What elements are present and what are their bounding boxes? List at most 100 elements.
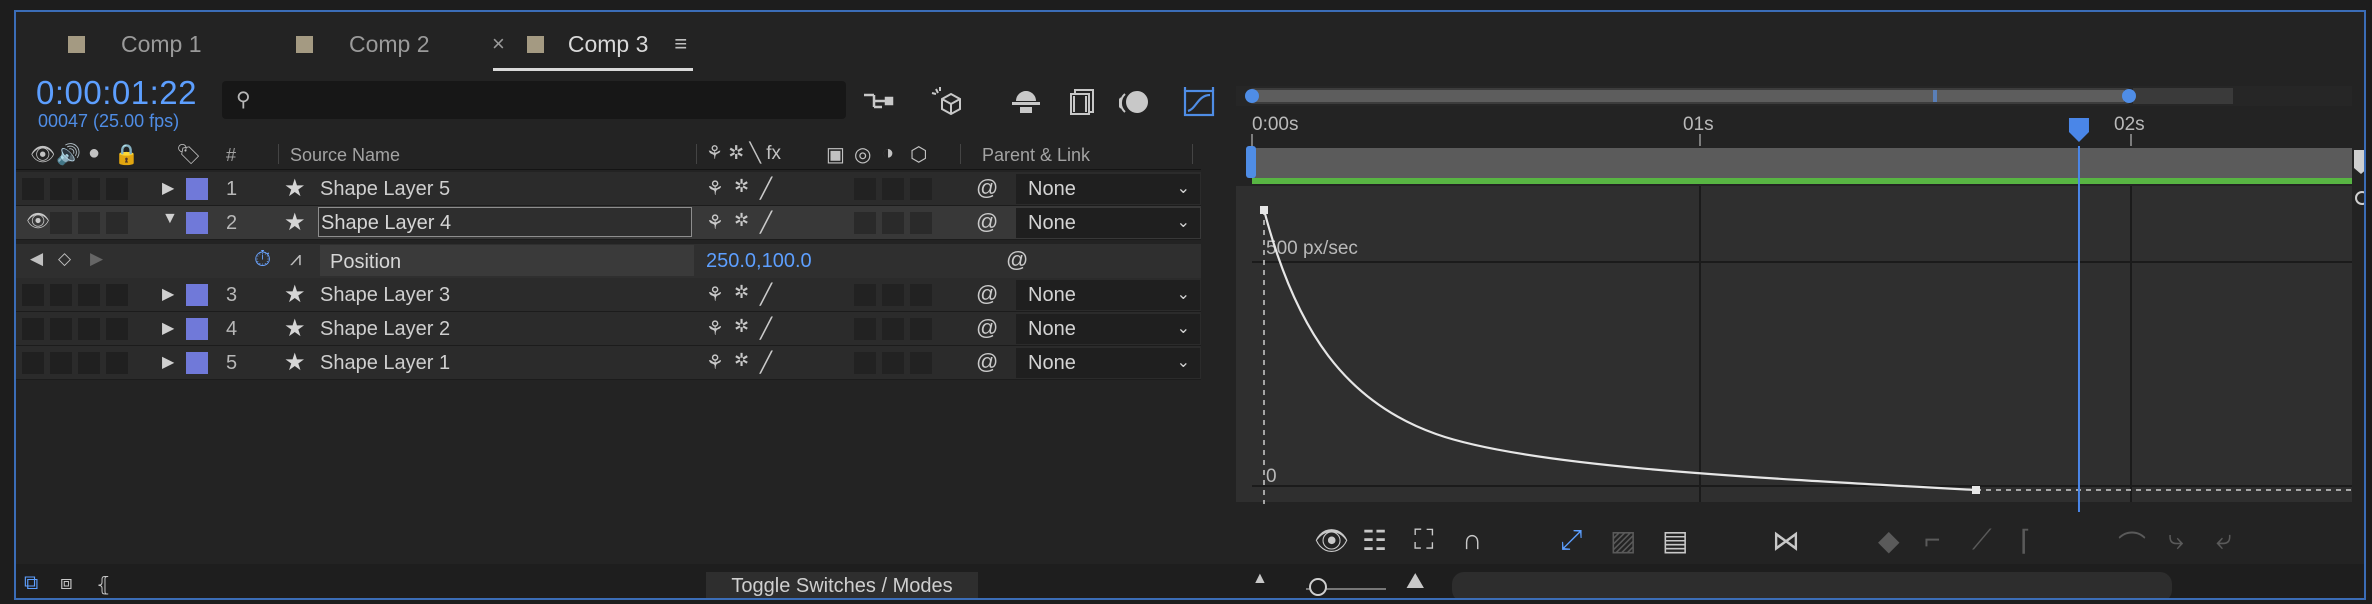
switch-slot[interactable] [882, 212, 904, 234]
previous-keyframe-icon[interactable]: ◀ [30, 249, 43, 269]
collapse-switch-icon[interactable]: ✲ [734, 176, 749, 197]
audio-toggle[interactable] [50, 284, 72, 306]
graph-editor-toggle-icon[interactable] [1180, 84, 1220, 120]
zoom-out-icon[interactable]: ▲ [1252, 570, 1268, 588]
pick-whip-icon[interactable]: @ [976, 175, 998, 201]
audio-toggle[interactable] [50, 212, 72, 234]
collapse-switch-icon[interactable]: ✲ [734, 282, 749, 303]
layer-label-color[interactable] [186, 352, 208, 374]
switch-slot[interactable] [882, 318, 904, 340]
shy-switch-icon[interactable]: ⚘ [706, 210, 724, 235]
switch-slot[interactable] [854, 178, 876, 200]
layer-row[interactable]: ▶ 4 ★ Shape Layer 2 ⚘ ✲ ╱ @ None ⌄ [16, 312, 1201, 346]
composition-flowchart-icon[interactable] [858, 84, 898, 120]
layer-name[interactable]: Shape Layer 1 [320, 352, 450, 375]
source-name-header[interactable]: Source Name [290, 145, 400, 166]
switch-slot[interactable] [854, 352, 876, 374]
adjustment-layer-icon[interactable]: ▣ [826, 142, 845, 167]
layer-row[interactable]: ▶ 1 ★ Shape Layer 5 ⚘ ✲ ╱ @ None ⌄ [16, 172, 1201, 206]
switch-slot[interactable] [910, 212, 932, 234]
pick-whip-icon[interactable]: @ [976, 315, 998, 341]
quality-switch-icon[interactable]: ╱ [760, 316, 772, 341]
switch-slot[interactable] [854, 284, 876, 306]
tab-comp-3[interactable]: × Comp 3 ≡ [492, 22, 687, 66]
layer-label-color[interactable] [186, 178, 208, 200]
toggle-switches-modes-button[interactable]: Toggle Switches / Modes [706, 572, 978, 598]
graph-options-menu-icon[interactable]: ☷ [1362, 524, 1387, 557]
parent-dropdown[interactable]: None ⌄ [1016, 208, 1200, 238]
visibility-toggle[interactable] [22, 284, 44, 306]
switch-slot[interactable] [854, 318, 876, 340]
audio-toggle[interactable] [50, 352, 72, 374]
quality-switch-icon[interactable]: ╱ [760, 282, 772, 307]
layer-label-color[interactable] [186, 212, 208, 234]
layer-row[interactable]: 👁 ▼ 2 ★ Shape Layer 4 ⚘ ✲ ╱ @ None ⌄ [16, 206, 1201, 240]
tab-comp-1[interactable]: Comp 1 [68, 22, 202, 66]
lock-icon[interactable]: 🔒 [114, 142, 139, 167]
switch-slot[interactable] [854, 212, 876, 234]
switch-slot[interactable] [910, 178, 932, 200]
lock-toggle[interactable] [106, 178, 128, 200]
graph-toggle-icon[interactable]: ⩘ [290, 248, 301, 271]
expand-triangle-icon[interactable]: ▶ [162, 284, 174, 304]
solo-dot-icon[interactable]: ● [88, 142, 100, 165]
shy-switch-icon[interactable]: ⚘ [706, 316, 724, 341]
switch-slot[interactable] [910, 284, 932, 306]
pick-whip-icon[interactable]: @ [976, 349, 998, 375]
quality-switch-icon[interactable]: ╱ [760, 210, 772, 235]
separate-dimensions-icon[interactable]: ⋈ [1772, 524, 1800, 557]
expand-triangle-icon[interactable]: ▶ [162, 318, 174, 338]
eye-icon[interactable]: 👁 [26, 209, 50, 233]
motion-blur-column-icon[interactable]: ◑ [882, 142, 894, 165]
solo-toggle[interactable] [78, 212, 100, 234]
easy-ease-out-icon[interactable]: ⤶ [2216, 524, 2232, 557]
zoom-slider-knob[interactable] [1309, 578, 1327, 596]
expand-triangle-icon[interactable]: ▶ [162, 352, 174, 372]
collapse-switch-icon[interactable]: ✲ [734, 316, 749, 337]
fit-all-icon[interactable]: ▤ [1662, 524, 1688, 557]
pick-whip-icon[interactable]: @ [976, 281, 998, 307]
switch-slot[interactable] [882, 284, 904, 306]
pick-whip-icon[interactable]: @ [1006, 247, 1028, 273]
search-field[interactable]: ⚲ [222, 81, 846, 119]
collapse-triangle-icon[interactable]: ▼ [162, 210, 178, 228]
shy-layers-icon[interactable] [1006, 84, 1046, 120]
keyframe-handle[interactable] [1260, 206, 1268, 214]
navigator-start-handle[interactable] [1245, 89, 1259, 103]
parent-dropdown[interactable]: None ⌄ [1016, 174, 1200, 204]
frame-blending-icon[interactable] [1062, 84, 1102, 120]
in-out-pane-icon[interactable]: ⦃ [96, 572, 111, 597]
navigator-end-handle[interactable] [2122, 89, 2136, 103]
lock-toggle[interactable] [106, 284, 128, 306]
parent-dropdown[interactable]: None ⌄ [1016, 280, 1200, 310]
easy-ease-in-icon[interactable]: ⤷ [2168, 524, 2184, 557]
parent-dropdown[interactable]: None ⌄ [1016, 348, 1200, 378]
linear-keyframe-icon[interactable]: ⟋ [1972, 524, 1992, 557]
shy-switch-icon[interactable]: ⚘ [706, 176, 724, 201]
shy-switch-icon[interactable]: ⚘ [706, 282, 724, 307]
parent-dropdown[interactable]: None ⌄ [1016, 314, 1200, 344]
layer-switches-pane-icon[interactable]: ⧉ [24, 572, 38, 595]
frame-blend-column-icon[interactable]: ◎ [854, 142, 871, 167]
pick-whip-icon[interactable]: @ [976, 209, 998, 235]
visibility-toggle[interactable] [22, 318, 44, 340]
collapse-switch-icon[interactable]: ✲ [734, 210, 749, 231]
audio-speaker-icon[interactable]: 🔊 [56, 142, 81, 167]
layer-label-color[interactable] [186, 284, 208, 306]
switch-slot[interactable] [882, 178, 904, 200]
layer-label-color[interactable] [186, 318, 208, 340]
snap-magnet-icon[interactable]: ∩ [1462, 524, 1482, 556]
zoom-in-icon[interactable]: ⛰ [1406, 568, 1424, 594]
property-value[interactable]: 250.0,100.0 [706, 250, 812, 273]
quality-switch-icon[interactable]: ╱ [760, 176, 772, 201]
fit-selection-icon[interactable]: ▨ [1610, 524, 1636, 557]
shy-switch-icon[interactable]: ⚘ [706, 350, 724, 375]
layer-name[interactable]: Shape Layer 2 [320, 318, 450, 341]
graph-editor-canvas[interactable]: 0:00s 01s 02s 500 px/sec 0 [1236, 72, 2366, 512]
current-time-display[interactable]: 0:00:01:22 [36, 74, 197, 112]
layer-row[interactable]: ▶ 3 ★ Shape Layer 3 ⚘ ✲ ╱ @ None ⌄ [16, 278, 1201, 312]
audio-toggle[interactable] [50, 178, 72, 200]
graph-editor[interactable]: 0:00s 01s 02s 500 px/sec 0 [1236, 72, 2366, 512]
easy-ease-icon[interactable]: ⌒ [2118, 524, 2146, 564]
quality-switch-icon[interactable]: ╱ [760, 350, 772, 375]
